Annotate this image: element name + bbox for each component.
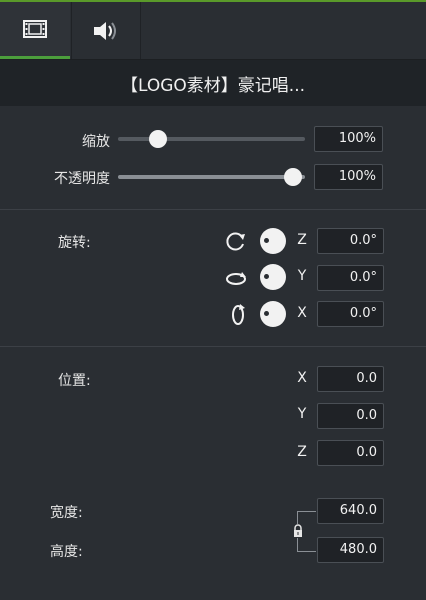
scale-slider-track[interactable] [118, 137, 305, 141]
tab-bar [0, 2, 426, 60]
speaker-icon [94, 21, 116, 40]
position-z-input[interactable]: 0.0 [317, 440, 384, 466]
rotation-y-input[interactable]: 0.0° [317, 265, 384, 291]
height-label: 高度: [50, 544, 83, 560]
position-x-input[interactable]: 0.0 [317, 366, 384, 392]
rotation-z-dial[interactable] [260, 228, 286, 254]
rotation-x-dial[interactable] [260, 301, 286, 327]
rotation-label: 旋转: [58, 235, 91, 251]
position-y-axis-label: Y [297, 406, 307, 422]
opacity-input[interactable]: 100% [314, 164, 383, 190]
scale-slider-thumb[interactable] [149, 130, 167, 148]
rotation-y-dial[interactable] [260, 264, 286, 290]
rotation-x-axis-label: X [297, 305, 307, 321]
tab-audio-properties[interactable] [71, 2, 141, 59]
rotate-z-icon [226, 232, 245, 251]
section-divider [0, 346, 426, 347]
opacity-slider-thumb[interactable] [284, 168, 302, 186]
rotate-x-icon [232, 304, 245, 325]
position-y-input[interactable]: 0.0 [317, 403, 384, 429]
tab-visual-properties[interactable] [0, 2, 70, 59]
scale-input[interactable]: 100% [314, 126, 383, 152]
scale-label: 缩放 [82, 134, 110, 150]
rotate-y-icon [226, 272, 246, 285]
position-z-axis-label: Z [297, 444, 307, 460]
lock-icon[interactable] [292, 524, 304, 538]
film-icon [23, 20, 47, 38]
height-input[interactable]: 480.0 [317, 537, 384, 563]
position-x-axis-label: X [297, 370, 307, 386]
width-label: 宽度: [50, 505, 83, 521]
rotation-x-input[interactable]: 0.0° [317, 301, 384, 327]
width-input[interactable]: 640.0 [317, 498, 384, 524]
rotation-z-input[interactable]: 0.0° [317, 228, 384, 254]
opacity-slider-track[interactable] [118, 175, 305, 179]
rotation-y-axis-label: Y [297, 268, 307, 284]
position-label: 位置: [58, 373, 91, 389]
media-title: 【LOGO素材】豪记唱... [0, 60, 426, 106]
section-divider [0, 209, 426, 210]
opacity-label: 不透明度 [54, 171, 110, 187]
rotation-z-axis-label: Z [297, 232, 307, 248]
